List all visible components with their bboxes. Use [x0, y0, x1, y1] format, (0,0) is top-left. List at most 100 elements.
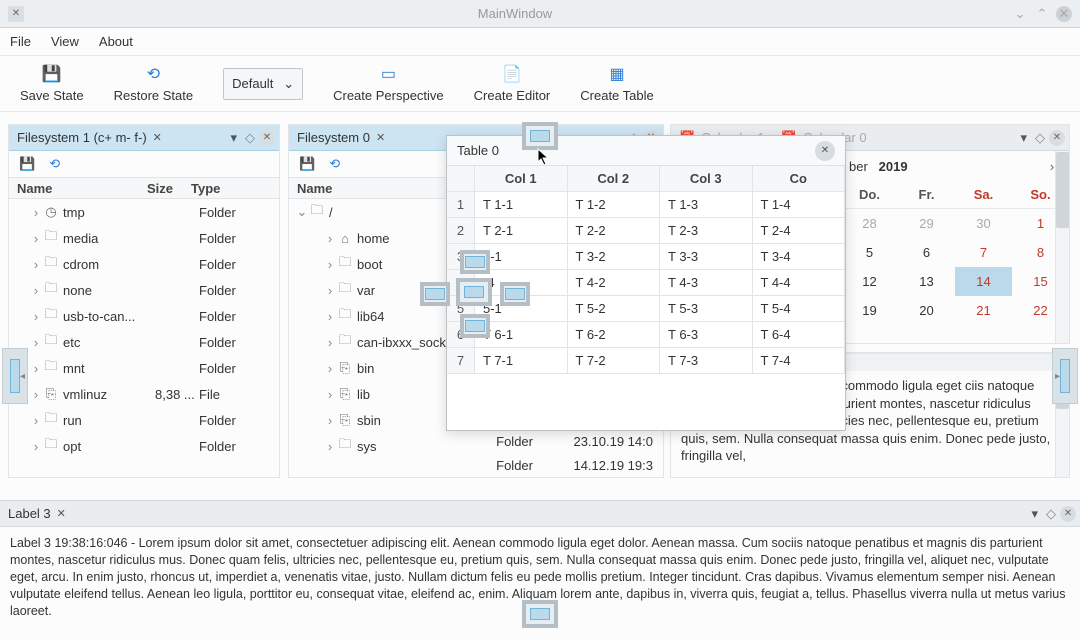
close-tab-icon[interactable]: ✕ — [376, 131, 385, 144]
dock-target-bottom[interactable] — [522, 600, 558, 628]
table-cell[interactable]: T 5-3 — [660, 296, 753, 322]
tree-row[interactable]: ›🗀cdromFolder — [9, 251, 279, 277]
window-menu-icon[interactable]: ✕ — [8, 6, 24, 22]
expand-icon[interactable]: › — [323, 257, 337, 272]
expand-icon[interactable]: › — [29, 205, 43, 220]
history-icon[interactable]: ⟲ — [49, 156, 60, 172]
expand-icon[interactable]: › — [29, 283, 43, 298]
calendar-day[interactable]: 13 — [898, 267, 955, 296]
expand-icon[interactable]: › — [29, 387, 43, 402]
expand-icon[interactable]: › — [323, 231, 337, 246]
tree-row[interactable]: ›◷tmpFolder — [9, 199, 279, 225]
table-cell[interactable]: T 1-2 — [568, 192, 661, 218]
table-cell[interactable]: T 5-4 — [753, 296, 846, 322]
tab-filesystem-0[interactable]: Filesystem 0 ✕ — [289, 125, 393, 150]
table-header-cell[interactable]: Col 3 — [660, 166, 753, 192]
calendar-day[interactable]: 19 — [841, 296, 898, 325]
close-tab-icon[interactable]: ✕ — [57, 507, 66, 520]
calendar-day[interactable]: 6 — [898, 238, 955, 267]
menu-file[interactable]: File — [10, 34, 31, 49]
calendar-day[interactable]: 21 — [955, 296, 1012, 325]
table-cell[interactable]: T 1-3 — [660, 192, 753, 218]
calendar-day[interactable]: 28 — [841, 209, 898, 238]
close-icon[interactable]: ✕ — [1056, 6, 1072, 22]
close-pane-icon[interactable]: ✕ — [259, 130, 275, 146]
table-header-cell[interactable] — [447, 166, 475, 192]
table-header-cell[interactable]: Co — [753, 166, 846, 192]
tree-row[interactable]: ›🗀optFolder — [9, 433, 279, 459]
create-editor-button[interactable]: 📄 Create Editor — [474, 64, 551, 103]
expand-icon[interactable]: › — [323, 413, 337, 428]
collapse-icon[interactable]: ⌄ — [295, 204, 309, 220]
table-cell[interactable]: T 2-2 — [568, 218, 661, 244]
table-cell[interactable]: T 3-4 — [753, 244, 846, 270]
table-cell[interactable]: T 2-1 — [475, 218, 568, 244]
expand-icon[interactable]: › — [29, 439, 43, 454]
expand-icon[interactable]: › — [323, 283, 337, 298]
calendar-day[interactable]: 14 — [955, 267, 1012, 296]
save-icon[interactable]: 💾 — [19, 156, 35, 172]
tree-row[interactable]: ›🗀runFolder — [9, 407, 279, 433]
expand-icon[interactable]: › — [323, 439, 337, 454]
table-cell[interactable]: T 6-4 — [753, 322, 846, 348]
tree-row[interactable]: ›🗀usb-to-can...Folder — [9, 303, 279, 329]
expand-icon[interactable]: › — [323, 361, 337, 376]
close-icon[interactable]: ✕ — [815, 141, 835, 161]
table-cell[interactable]: T 4-2 — [568, 270, 661, 296]
table-cell[interactable]: T 2-3 — [660, 218, 753, 244]
minimize-icon[interactable]: ⌄ — [1012, 6, 1028, 22]
calendar-day[interactable]: 7 — [955, 238, 1012, 267]
close-pane-icon[interactable]: ✕ — [1049, 130, 1065, 146]
save-icon[interactable]: 💾 — [299, 156, 315, 172]
table-cell[interactable]: T 6-2 — [568, 322, 661, 348]
dock-side-handle-right[interactable]: ▸ — [1052, 348, 1078, 404]
expand-icon[interactable]: › — [29, 361, 43, 376]
expand-icon[interactable]: › — [29, 309, 43, 324]
calendar-day[interactable]: 20 — [898, 296, 955, 325]
close-tab-icon[interactable]: ✕ — [153, 131, 162, 144]
expand-icon[interactable]: › — [29, 335, 43, 350]
table-cell[interactable]: T 2-4 — [753, 218, 846, 244]
table-row-header[interactable]: 1 — [447, 192, 475, 218]
expand-icon[interactable]: › — [323, 335, 337, 350]
calendar-day[interactable]: 12 — [841, 267, 898, 296]
tree-row[interactable]: ›🗀etcFolder — [9, 329, 279, 355]
calendar-day[interactable]: 5 — [841, 238, 898, 267]
expand-icon[interactable]: › — [29, 231, 43, 246]
table-row-header[interactable]: 7 — [447, 348, 475, 374]
tree-row[interactable]: ›⎘vmlinuz8,38 ...File — [9, 381, 279, 407]
expand-icon[interactable]: › — [29, 257, 43, 272]
dock-target-top[interactable] — [522, 122, 558, 150]
dock-side-handle-left[interactable]: ◂ — [2, 348, 28, 404]
pin-icon[interactable]: ◇ — [1031, 130, 1049, 146]
restore-state-button[interactable]: ⟲ Restore State — [114, 64, 194, 103]
tab-menu-icon[interactable]: ▾ — [1016, 130, 1031, 146]
table-header-cell[interactable]: Col 1 — [475, 166, 568, 192]
save-state-button[interactable]: 💾 Save State — [20, 64, 84, 103]
table-cell[interactable]: T 1-1 — [475, 192, 568, 218]
table-cell[interactable]: T 6-3 — [660, 322, 753, 348]
table-cell[interactable]: T 1-4 — [753, 192, 846, 218]
table-cell[interactable]: T 4-3 — [660, 270, 753, 296]
tree-row[interactable]: ›🗀noneFolder — [9, 277, 279, 303]
tree-row[interactable]: ›🗀mediaFolder — [9, 225, 279, 251]
history-icon[interactable]: ⟲ — [329, 156, 340, 172]
pin-icon[interactable]: ◇ — [1042, 506, 1060, 522]
menu-view[interactable]: View — [51, 34, 79, 49]
tab-menu-icon[interactable]: ▾ — [1027, 506, 1042, 522]
table-cell[interactable]: T 3-3 — [660, 244, 753, 270]
table-cell[interactable]: T 3-2 — [568, 244, 661, 270]
calendar-day[interactable]: 30 — [955, 209, 1012, 238]
perspective-combo[interactable]: Default ⌄ — [223, 68, 303, 100]
table-cell[interactable]: T 7-4 — [753, 348, 846, 374]
create-perspective-button[interactable]: ▭ Create Perspective — [333, 64, 444, 103]
expand-icon[interactable]: › — [29, 413, 43, 428]
maximize-icon[interactable]: ⌃ — [1034, 6, 1050, 22]
popup-titlebar[interactable]: Table 0 ✕ — [447, 136, 845, 166]
table-cell[interactable]: T 5-2 — [568, 296, 661, 322]
menu-about[interactable]: About — [99, 34, 133, 49]
close-pane-icon[interactable]: ✕ — [1060, 506, 1076, 522]
tab-menu-icon[interactable]: ▾ — [226, 130, 241, 146]
table-header-cell[interactable]: Col 2 — [568, 166, 661, 192]
table-cell[interactable]: T 7-2 — [568, 348, 661, 374]
